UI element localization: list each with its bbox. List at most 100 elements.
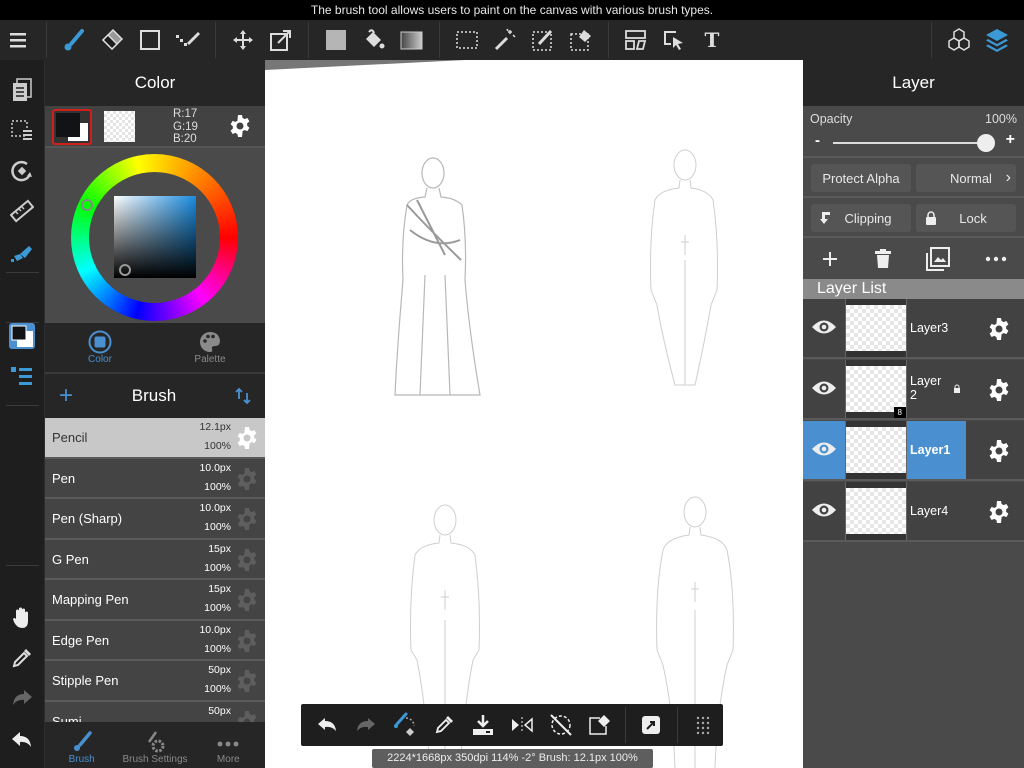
tab-color[interactable]: Color xyxy=(45,323,155,372)
brush-settings-button[interactable] xyxy=(235,426,259,455)
visibility-eye-icon[interactable] xyxy=(811,500,837,520)
layer-list-toggle-button[interactable] xyxy=(0,358,44,394)
reset-rotation-button[interactable] xyxy=(541,704,580,746)
more-options-icon[interactable] xyxy=(985,255,1007,263)
layers-button[interactable] xyxy=(978,20,1016,60)
layer-image-icon[interactable] xyxy=(925,246,951,272)
brush-settings-button[interactable] xyxy=(235,629,259,658)
sort-icon[interactable] xyxy=(235,387,251,405)
select-layer-button[interactable] xyxy=(655,20,693,60)
gear-icon xyxy=(237,548,257,571)
brush-settings-button[interactable] xyxy=(235,548,259,577)
drawing-canvas[interactable] xyxy=(265,60,803,768)
brush-name: Sumi xyxy=(52,713,82,723)
grid-button[interactable] xyxy=(684,704,723,746)
secondary-color-swatch[interactable] xyxy=(104,111,135,142)
brush-tool-button[interactable] xyxy=(55,20,93,60)
clear-layer-button[interactable] xyxy=(580,704,619,746)
ruler-button[interactable] xyxy=(0,193,44,229)
opacity-slider-handle[interactable] xyxy=(977,134,995,152)
magic-wand-button[interactable] xyxy=(486,20,524,60)
frame-divider-button[interactable] xyxy=(617,20,655,60)
tab-more[interactable]: More xyxy=(192,722,265,768)
shape-tool-button[interactable] xyxy=(131,20,169,60)
opacity-slider[interactable] xyxy=(833,142,988,144)
sv-handle[interactable] xyxy=(119,264,131,276)
opacity-decrease-button[interactable]: - xyxy=(815,132,820,149)
layer-row[interactable]: Layer3 xyxy=(803,299,1024,359)
brush-item[interactable]: Sumi 50px xyxy=(45,701,265,723)
gradient-tool-button[interactable] xyxy=(393,20,431,60)
clipping-button[interactable]: Clipping xyxy=(811,204,911,232)
brush-item[interactable]: G Pen 15px 100% xyxy=(45,539,265,580)
3d-material-button[interactable] xyxy=(940,20,978,60)
brush-item[interactable]: Pencil 12.1px 100% xyxy=(45,418,265,459)
visibility-eye-icon[interactable] xyxy=(811,439,837,459)
gear-icon xyxy=(237,710,257,722)
eyedropper-button[interactable] xyxy=(424,704,463,746)
redo-button[interactable] xyxy=(346,704,385,746)
brush-item[interactable]: Edge Pen 10.0px 100% xyxy=(45,620,265,661)
select-rect-button[interactable] xyxy=(448,20,486,60)
pages-button[interactable] xyxy=(0,72,44,108)
select-eraser-button[interactable] xyxy=(562,20,600,60)
brush-item[interactable]: Stipple Pen 50px 100% xyxy=(45,661,265,702)
cursor-mode-button[interactable] xyxy=(632,704,671,746)
undo-button[interactable] xyxy=(307,704,346,746)
tab-palette[interactable]: Palette xyxy=(155,323,265,372)
tab-brush-settings[interactable]: Brush Settings xyxy=(118,722,191,768)
brush-settings-button[interactable] xyxy=(235,588,259,617)
layer-row[interactable]: Layer4 xyxy=(803,482,1024,542)
color-settings-button[interactable] xyxy=(228,114,252,143)
layer-settings-button[interactable] xyxy=(987,378,1011,407)
redo-button[interactable] xyxy=(0,680,44,716)
brush-size-button[interactable] xyxy=(0,235,44,271)
selection-list-button[interactable] xyxy=(0,112,44,148)
protect-alpha-button[interactable]: Protect Alpha xyxy=(811,164,911,192)
bucket-tool-button[interactable] xyxy=(355,20,393,60)
lock-button[interactable]: Lock xyxy=(916,204,1016,232)
layer-actions xyxy=(803,240,1024,278)
flip-horizontal-button[interactable] xyxy=(502,704,541,746)
brush-item[interactable]: Pen 10.0px 100% xyxy=(45,458,265,499)
text-tool-button[interactable]: T xyxy=(693,20,731,60)
brush-settings-button[interactable] xyxy=(235,467,259,496)
brush-settings-button[interactable] xyxy=(235,669,259,698)
color-swatch-button[interactable] xyxy=(0,318,44,354)
eyedropper-icon xyxy=(435,716,453,734)
brush-settings-button[interactable] xyxy=(235,710,259,722)
brush-panel-title: Brush xyxy=(131,386,177,405)
layer-settings-button[interactable] xyxy=(987,500,1011,529)
layer-settings-button[interactable] xyxy=(987,317,1011,346)
layer-settings-button[interactable] xyxy=(987,439,1011,468)
trash-icon[interactable] xyxy=(874,249,892,269)
visibility-eye-icon[interactable] xyxy=(811,317,837,337)
fill-color-button[interactable] xyxy=(317,20,355,60)
brush-settings-button[interactable] xyxy=(235,507,259,536)
eyedropper-button[interactable] xyxy=(0,640,44,676)
tab-brush[interactable]: Brush xyxy=(45,722,118,768)
visibility-eye-icon[interactable] xyxy=(811,378,837,398)
save-button[interactable] xyxy=(463,704,502,746)
brush-item[interactable]: Mapping Pen 15px 100% xyxy=(45,580,265,621)
eraser-tool-button[interactable] xyxy=(93,20,131,60)
dot-pen-button[interactable] xyxy=(169,20,207,60)
brush-eraser-toggle[interactable] xyxy=(385,704,424,746)
rotate-canvas-button[interactable] xyxy=(0,153,44,189)
blend-mode-button[interactable]: Normal › xyxy=(916,164,1016,192)
select-pen-button[interactable] xyxy=(524,20,562,60)
menu-button[interactable] xyxy=(0,20,38,60)
hand-tool-button[interactable] xyxy=(0,600,44,636)
undo-button[interactable] xyxy=(0,722,44,758)
move-tool-button[interactable] xyxy=(224,20,262,60)
add-layer-icon[interactable] xyxy=(820,249,840,269)
brush-item[interactable]: Pen (Sharp) 10.0px 100% xyxy=(45,499,265,540)
hue-handle[interactable] xyxy=(81,199,93,211)
layer-row[interactable]: 8 Layer 2 xyxy=(803,360,1024,420)
layer-row[interactable]: Layer1 xyxy=(803,421,1024,481)
opacity-increase-button[interactable]: + xyxy=(1006,131,1015,149)
transform-tool-button[interactable] xyxy=(262,20,300,60)
3d-material-icon xyxy=(948,28,970,51)
add-brush-button[interactable]: + xyxy=(59,382,73,410)
primary-color-swatch[interactable] xyxy=(52,109,92,145)
